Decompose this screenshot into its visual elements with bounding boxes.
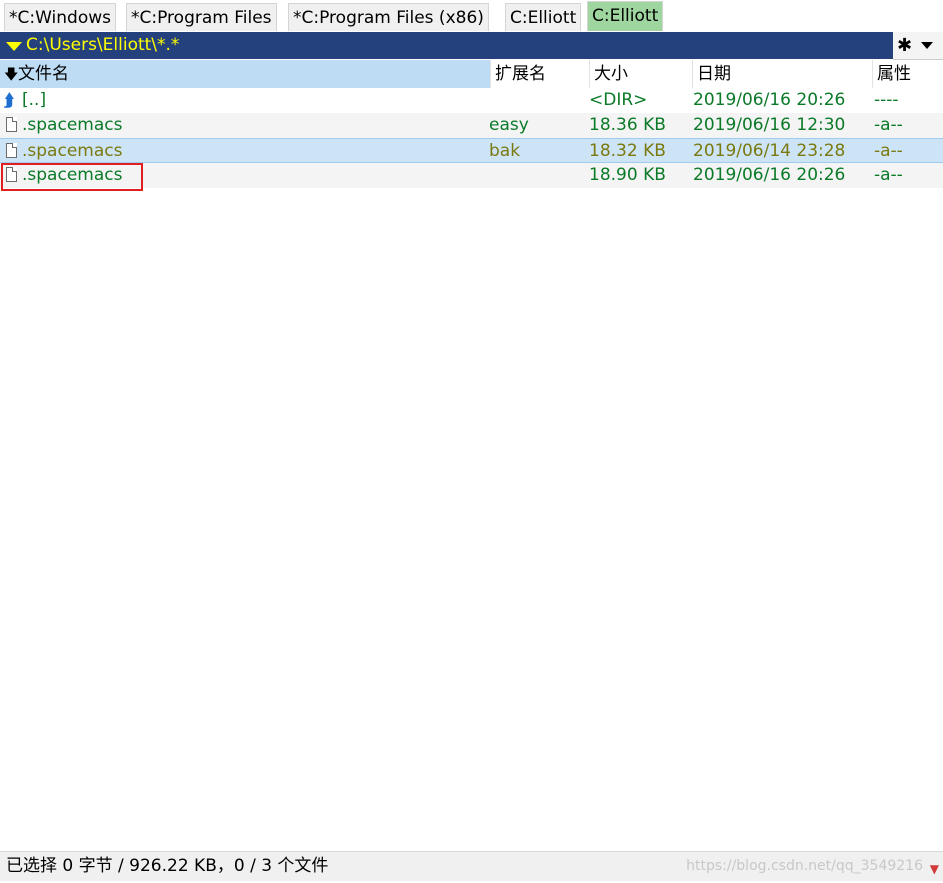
file-name: .spacemacs xyxy=(22,115,123,135)
file-date: 2019/06/16 20:26 xyxy=(693,90,846,110)
column-date[interactable]: 日期 xyxy=(693,60,873,88)
file-attr: -a-- xyxy=(874,165,903,185)
current-path: C:\Users\Elliott\*.* xyxy=(26,35,180,55)
file-attr: ---- xyxy=(874,90,899,110)
status-bar: 已选择 0 字节 / 926.22 KB，0 / 3 个文件 https://b… xyxy=(0,851,943,881)
column-ext-label: 扩展名 xyxy=(495,64,546,84)
column-name-label: 文件名 xyxy=(18,64,69,84)
path-bar[interactable]: C:\Users\Elliott\*.* xyxy=(0,32,893,59)
file-attr: -a-- xyxy=(874,115,903,135)
status-text: 已选择 0 字节 / 926.22 KB，0 / 3 个文件 xyxy=(6,856,329,876)
watermark: https://blog.csdn.net/qq_3549216 xyxy=(686,858,923,874)
sort-down-arrow-icon: 🡇 xyxy=(4,67,19,83)
file-size: 18.36 KB xyxy=(589,115,666,135)
column-ext[interactable]: 扩展名 xyxy=(491,60,590,88)
status-indicator-icon[interactable]: ▼ xyxy=(930,855,939,883)
file-size: 18.32 KB xyxy=(589,141,666,161)
list-item-parent[interactable]: ⮭ [..] <DIR> 2019/06/16 20:26 ---- xyxy=(0,88,943,113)
file-name: .spacemacs xyxy=(22,141,123,161)
file-date: 2019/06/16 20:26 xyxy=(693,165,846,185)
list-item-selected[interactable]: .spacemacs bak 18.32 KB 2019/06/14 23:28… xyxy=(0,138,943,163)
file-size: 18.90 KB xyxy=(589,165,666,185)
column-date-label: 日期 xyxy=(697,64,731,84)
file-ext: bak xyxy=(489,141,521,161)
list-item[interactable]: .spacemacs easy 18.36 KB 2019/06/16 12:3… xyxy=(0,113,943,138)
tab-elliott[interactable]: C:Elliott xyxy=(505,3,582,31)
tab-program-files[interactable]: *C:Program Files xyxy=(126,3,277,31)
file-name: [..] xyxy=(22,90,47,110)
file-icon xyxy=(6,117,17,132)
tab-program-files-x86[interactable]: *C:Program Files (x86) xyxy=(288,3,489,31)
history-dropdown-icon[interactable] xyxy=(921,42,933,49)
file-date: 2019/06/16 12:30 xyxy=(693,115,846,135)
up-folder-icon: ⮭ xyxy=(4,91,15,111)
tab-windows[interactable]: *C:Windows xyxy=(4,3,116,31)
file-size: <DIR> xyxy=(589,90,648,110)
tab-elliott-active[interactable]: C:Elliott xyxy=(587,1,664,31)
column-header: 🡇文件名 扩展名 大小 日期 属性 xyxy=(0,60,943,88)
file-ext: easy xyxy=(489,115,529,135)
favorites-star-icon[interactable]: ✱ xyxy=(897,35,912,56)
column-attr-label: 属性 xyxy=(877,64,911,84)
path-dropdown-icon[interactable] xyxy=(6,42,22,51)
column-size[interactable]: 大小 xyxy=(590,60,693,88)
column-attr[interactable]: 属性 xyxy=(873,60,943,88)
file-date: 2019/06/14 23:28 xyxy=(693,141,846,161)
column-size-label: 大小 xyxy=(594,64,628,84)
annotation-highlight-box xyxy=(1,163,143,191)
file-icon xyxy=(6,143,17,158)
tab-bar: *C:Windows *C:Program Files *C:Program F… xyxy=(0,0,943,32)
path-buttons: ✱ xyxy=(893,32,943,60)
column-name[interactable]: 🡇文件名 xyxy=(0,60,491,88)
file-attr: -a-- xyxy=(874,141,903,161)
